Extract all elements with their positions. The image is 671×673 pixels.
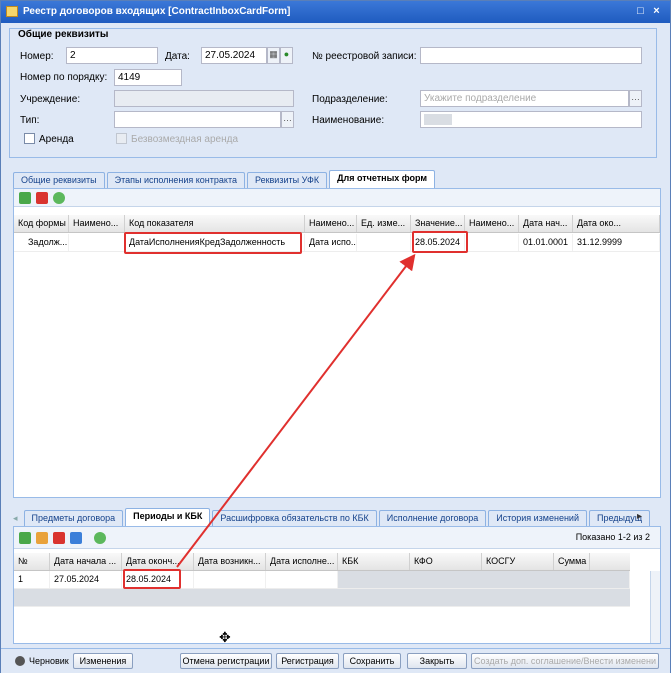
arrow-annotation — [176, 253, 416, 568]
registration-button[interactable]: Регистрация — [276, 653, 339, 669]
create-extra-agreement-button[interactable]: Создать доп. соглашение/Внести изменени — [471, 653, 659, 669]
move-cursor-icon: ✥ — [219, 629, 231, 645]
footer-bar: Черновик Изменения Отмена регистрации Ре… — [1, 648, 670, 673]
changes-button[interactable]: Изменения — [73, 653, 133, 669]
status-text: Черновик — [29, 656, 69, 666]
contract-window: Реестр договоров входящих [ContractInbox… — [0, 0, 671, 673]
cancel-registration-button[interactable]: Отмена регистрации — [180, 653, 272, 669]
status-icon — [15, 656, 25, 666]
save-button[interactable]: Сохранить — [343, 653, 401, 669]
close-button[interactable]: Закрыть — [407, 653, 467, 669]
